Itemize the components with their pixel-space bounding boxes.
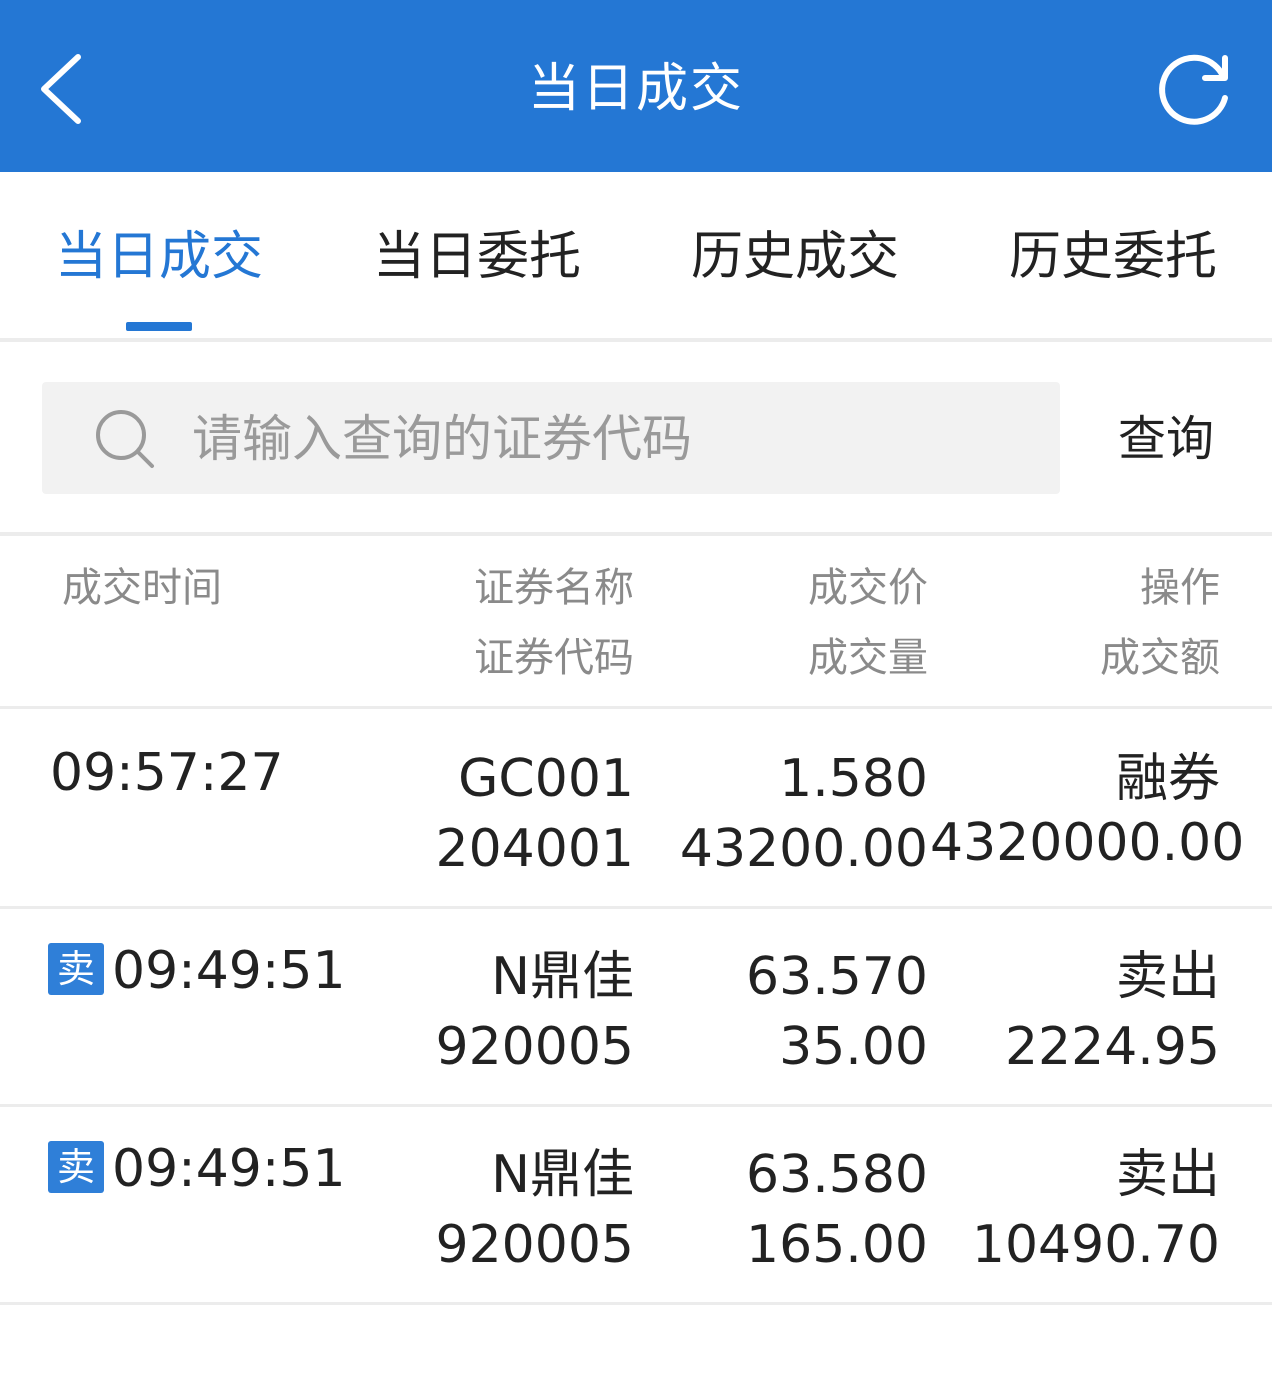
active-tab-indicator — [126, 322, 192, 331]
search-bar — [42, 382, 1060, 494]
search-icon — [96, 410, 154, 468]
header-action: 操作 — [1140, 565, 1220, 611]
header-price: 成交价 — [808, 565, 928, 611]
refresh-button[interactable] — [1150, 48, 1240, 132]
app-header: 当日成交 — [0, 0, 1272, 172]
trade-action: 卖出 — [1115, 947, 1220, 1007]
security-name: GC001 — [458, 749, 634, 809]
security-name: N鼎佳 — [491, 1145, 634, 1205]
trade-time: 09:49:51 — [112, 941, 346, 1001]
trade-action: 融券 — [1115, 749, 1220, 809]
trade-time: 09:49:51 — [112, 1139, 346, 1199]
search-divider — [0, 532, 1272, 536]
search-input[interactable] — [190, 400, 1034, 478]
tab-history-orders[interactable]: 历史委托 — [994, 222, 1232, 292]
header-time: 成交时间 — [62, 565, 222, 611]
tab-today-deals[interactable]: 当日成交 — [40, 222, 278, 292]
security-code: 920005 — [435, 1215, 634, 1275]
tab-history-deals[interactable]: 历史成交 — [676, 222, 914, 292]
trade-volume: 43200.00 — [679, 819, 928, 879]
tab-bar: 当日成交 当日委托 历史成交 历史委托 — [0, 172, 1272, 340]
trade-volume: 35.00 — [779, 1017, 928, 1077]
tab-today-orders[interactable]: 当日委托 — [358, 222, 596, 292]
sell-badge: 卖 — [48, 1141, 104, 1193]
table-row[interactable]: 卖 09:49:51 N鼎佳 920005 63.580 165.00 卖出 1… — [0, 1107, 1272, 1305]
tab-divider — [0, 338, 1272, 342]
trade-price: 1.580 — [779, 749, 928, 809]
table-row[interactable]: 09:57:27 GC001 204001 1.580 43200.00 融券 … — [0, 709, 1272, 907]
header-volume: 成交量 — [808, 635, 928, 681]
table-row[interactable]: 卖 09:49:51 N鼎佳 920005 63.570 35.00 卖出 22… — [0, 909, 1272, 1107]
header-code: 证券代码 — [474, 635, 634, 681]
security-code: 920005 — [435, 1017, 634, 1077]
trade-time: 09:57:27 — [50, 743, 284, 803]
trade-price: 63.570 — [746, 947, 928, 1007]
security-code: 204001 — [435, 819, 634, 879]
refresh-icon — [1159, 54, 1228, 125]
trade-volume: 165.00 — [746, 1215, 928, 1275]
page-title: 当日成交 — [527, 59, 744, 119]
trade-action: 卖出 — [1115, 1145, 1220, 1205]
row-divider — [0, 1302, 1272, 1305]
trade-amount: 10490.70 — [971, 1215, 1220, 1275]
query-button[interactable]: 查询 — [1100, 406, 1232, 472]
trade-price: 63.580 — [746, 1145, 928, 1205]
header-amount: 成交额 — [1100, 635, 1220, 681]
trade-amount: 2224.95 — [1004, 1017, 1220, 1077]
security-name: N鼎佳 — [491, 947, 634, 1007]
header-name: 证券名称 — [474, 565, 634, 611]
sell-badge: 卖 — [48, 943, 104, 995]
trade-amount: 4320000.00 — [930, 813, 1245, 873]
